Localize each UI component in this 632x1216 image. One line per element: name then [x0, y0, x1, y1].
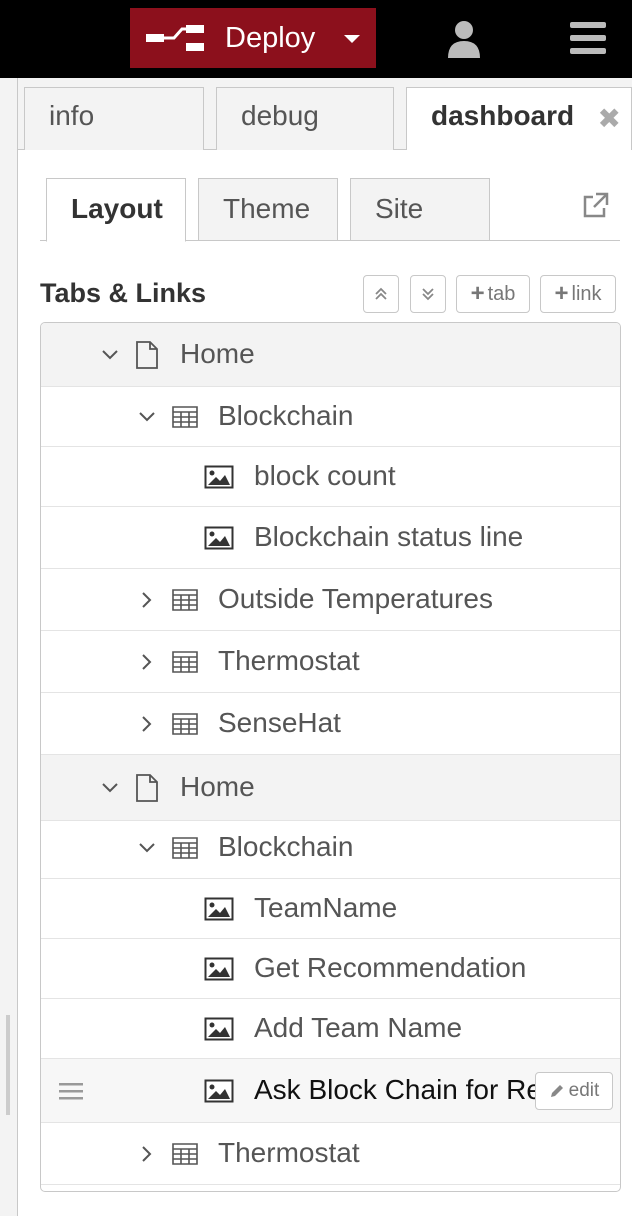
tab-info-label: info — [49, 100, 95, 131]
tree-row-label: Add Team Name — [254, 1012, 463, 1043]
tree-row-label: Thermostat — [218, 1137, 360, 1168]
tree-row-group[interactable]: Blockchain — [41, 817, 620, 879]
tab-dashboard-label: dashboard — [431, 100, 575, 131]
section-title: Tabs & Links — [40, 278, 207, 308]
add-link-label: link — [571, 282, 602, 305]
page-icon — [136, 341, 158, 369]
tree-row-widget[interactable]: Add Team Name — [41, 999, 620, 1059]
deploy-dropdown-caret-icon[interactable] — [344, 35, 360, 43]
tree-row-label: Get Recommendation — [254, 952, 527, 983]
tree-row-label: Outside Temperatures — [218, 583, 493, 614]
collapse-all-button[interactable] — [363, 275, 399, 313]
image-icon — [204, 957, 234, 981]
chevron-down-icon[interactable] — [138, 408, 156, 426]
tree-row-label: block count — [254, 460, 396, 491]
sidebar-tab-bar: info debug dashboard ✖ — [18, 78, 632, 151]
hamburger-menu-icon[interactable] — [570, 22, 606, 54]
tree-row-page[interactable]: Home — [41, 755, 620, 821]
tree-row-label: Thermostat — [218, 645, 360, 676]
close-icon[interactable]: ✖ — [598, 102, 621, 135]
chevron-right-icon[interactable] — [138, 653, 156, 671]
tree-row-group[interactable]: Blockchain — [41, 387, 620, 447]
edit-label: edit — [568, 1080, 600, 1101]
subtab-site-label: Site — [375, 193, 424, 224]
tree-row-widget[interactable]: Get Recommendation — [41, 939, 620, 999]
chevron-down-icon[interactable] — [101, 346, 119, 364]
layout-tree: Home Blockchain block count Blockchain stat… — [40, 322, 621, 1192]
dashboard-panel: Layout Theme Site Tabs & Links + tab + l… — [18, 150, 632, 1216]
tree-row-widget[interactable]: TeamName — [41, 879, 620, 939]
external-link-icon[interactable] — [581, 192, 609, 220]
image-icon — [204, 897, 234, 921]
tree-row-label: Home — [180, 338, 255, 369]
tree-row-label: Blockchain — [218, 831, 354, 862]
image-icon — [204, 1079, 234, 1103]
tree-row-group[interactable]: Outside Temperatures — [41, 569, 620, 631]
subtab-site[interactable]: Site — [350, 178, 490, 241]
tree-row-label: Home — [180, 771, 255, 802]
image-icon — [204, 1017, 234, 1041]
subtab-theme-label: Theme — [223, 193, 311, 224]
image-icon — [204, 465, 234, 489]
user-icon[interactable] — [446, 20, 482, 58]
chevron-down-icon[interactable] — [101, 779, 119, 797]
tree-row-widget[interactable]: Ask Block Chain for Re edit — [41, 1059, 620, 1123]
tab-info[interactable]: info — [24, 87, 204, 151]
collapse-all-icon — [375, 287, 387, 300]
subtab-layout-label: Layout — [71, 193, 163, 224]
tree-row-widget[interactable]: Blockchain status line — [41, 507, 620, 569]
chevron-down-icon[interactable] — [138, 839, 156, 857]
tree-row-label: Ask Block Chain for Re — [254, 1074, 542, 1105]
deploy-label: Deploy — [225, 22, 316, 54]
add-tab-button[interactable]: + tab — [456, 275, 530, 313]
image-icon — [204, 526, 234, 550]
tree-row-label: TeamName — [254, 892, 398, 923]
app-header: Deploy — [0, 0, 632, 78]
tree-row-group[interactable]: Thermostat — [41, 631, 620, 693]
add-link-button[interactable]: + link — [540, 275, 616, 313]
deploy-button[interactable]: Deploy — [130, 8, 376, 68]
page-icon — [136, 774, 158, 802]
tree-row-widget[interactable]: block count — [41, 447, 620, 507]
plus-icon: + — [470, 280, 485, 307]
pencil-icon — [550, 1085, 563, 1097]
tab-dashboard[interactable]: dashboard ✖ — [406, 87, 632, 151]
expand-all-icon — [422, 288, 434, 301]
tree-row-group[interactable]: Thermostat — [41, 1123, 620, 1185]
subtab-theme[interactable]: Theme — [198, 178, 338, 241]
edit-button[interactable]: edit — [535, 1072, 613, 1110]
table-icon — [172, 837, 198, 859]
table-icon — [172, 1143, 198, 1165]
tree-row-group[interactable]: SenseHat — [41, 693, 620, 755]
tab-debug-label: debug — [241, 100, 319, 131]
tree-row-label: Blockchain — [218, 400, 354, 431]
add-tab-label: tab — [487, 282, 516, 305]
table-icon — [172, 651, 198, 673]
tree-row-label: Blockchain status line — [254, 521, 524, 552]
chevron-right-icon[interactable] — [138, 1145, 156, 1163]
dashboard-subtabs: Layout Theme Site — [40, 178, 620, 242]
table-icon — [172, 713, 198, 735]
drag-handle-icon[interactable] — [59, 1081, 83, 1101]
subtab-layout[interactable]: Layout — [46, 178, 186, 242]
tree-row-label: SenseHat — [218, 707, 341, 738]
expand-all-button[interactable] — [410, 275, 446, 313]
table-icon — [172, 589, 198, 611]
deploy-icon — [146, 25, 204, 51]
chevron-right-icon[interactable] — [138, 715, 156, 733]
table-icon — [172, 406, 198, 428]
tree-row-page[interactable]: Home — [41, 323, 620, 387]
sidebar-resize-handle[interactable] — [6, 1015, 10, 1115]
chevron-right-icon[interactable] — [138, 591, 156, 609]
tab-debug[interactable]: debug — [216, 87, 394, 151]
plus-icon: + — [554, 280, 569, 307]
